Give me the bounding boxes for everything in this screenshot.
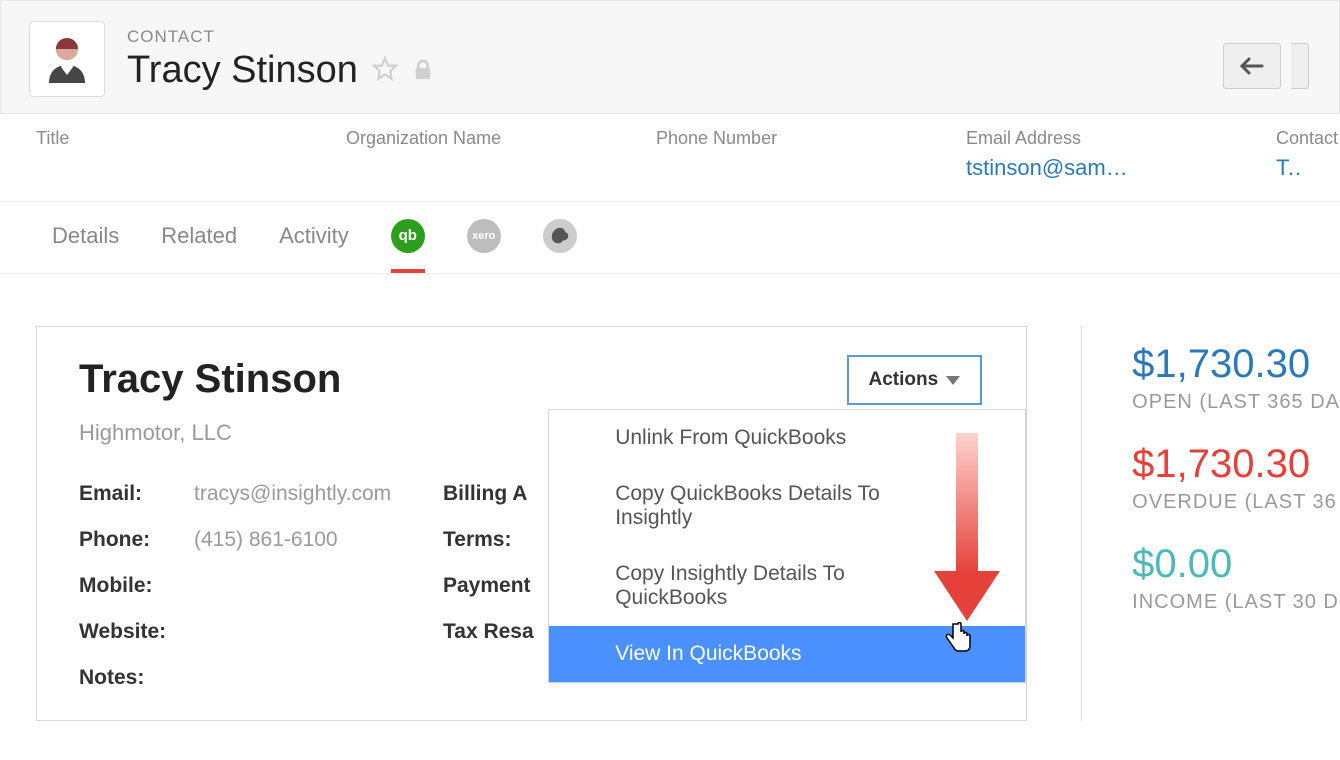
tab-bar: Details Related Activity qb xero — [0, 202, 1340, 274]
quickbooks-icon: qb — [391, 219, 425, 253]
stat-overdue-label: OVERDUE (LAST 36 — [1132, 491, 1340, 514]
star-icon[interactable] — [372, 49, 398, 92]
label-notes: Notes: — [79, 666, 194, 690]
tab-quickbooks[interactable]: qb — [391, 202, 425, 273]
field-label-title: Title — [36, 128, 336, 149]
label-terms: Terms: — [443, 528, 558, 552]
tab-activity[interactable]: Activity — [279, 202, 349, 273]
contact-card: Tracy Stinson Highmotor, LLC Actions Unl… — [36, 326, 1027, 721]
field-label-owner: Contact — [1276, 128, 1304, 149]
value-email: tracys@insightly.com — [194, 482, 391, 506]
value-phone: (415) 861-6100 — [194, 528, 338, 552]
label-mobile: Mobile: — [79, 574, 194, 598]
stat-income-label: INCOME (LAST 30 D — [1132, 591, 1340, 614]
field-label-email: Email Address — [966, 128, 1266, 149]
summary-fields: Title Organization Name Phone Number Ema… — [0, 114, 1340, 202]
email-link[interactable]: tstinson@sam… — [966, 155, 1266, 181]
field-label-organization: Organization Name — [346, 128, 646, 149]
page-header: CONTACT Tracy Stinson — [0, 0, 1340, 114]
menu-item-view-in-quickbooks[interactable]: View In QuickBooks — [549, 626, 1025, 682]
quickbooks-panel: Tracy Stinson Highmotor, LLC Actions Unl… — [0, 274, 1340, 721]
label-email: Email: — [79, 482, 194, 506]
tab-details[interactable]: Details — [52, 202, 119, 273]
field-label-phone: Phone Number — [656, 128, 956, 149]
stat-overdue-amount: $1,730.30 — [1132, 442, 1340, 487]
actions-button[interactable]: Actions — [847, 355, 983, 405]
lock-icon[interactable] — [412, 49, 434, 92]
tab-related[interactable]: Related — [161, 202, 237, 273]
menu-item-unlink[interactable]: Unlink From QuickBooks — [549, 410, 1025, 466]
vertical-divider — [1081, 326, 1082, 721]
owner-link[interactable]: Tony J — [1276, 155, 1304, 181]
menu-item-copy-insightly-to-qb[interactable]: Copy Insightly Details To QuickBooks — [549, 546, 1025, 626]
actions-button-label: Actions — [869, 369, 939, 391]
tab-mailchimp[interactable] — [543, 202, 577, 273]
xero-icon: xero — [467, 219, 501, 253]
avatar[interactable] — [29, 21, 105, 97]
contact-name: Tracy Stinson — [127, 49, 358, 92]
menu-item-copy-qb-to-insightly[interactable]: Copy QuickBooks Details To Insightly — [549, 466, 1025, 546]
next-button-partial[interactable] — [1291, 43, 1309, 89]
label-payment: Payment — [443, 574, 558, 598]
label-phone: Phone: — [79, 528, 194, 552]
actions-menu: Unlink From QuickBooks Copy QuickBooks D… — [548, 409, 1026, 683]
financial-stats: $1,730.30 OPEN (LAST 365 DA $1,730.30 OV… — [1132, 326, 1340, 721]
back-button[interactable] — [1223, 43, 1281, 89]
label-website: Website: — [79, 620, 194, 644]
mailchimp-icon — [543, 219, 577, 253]
chevron-down-icon — [946, 376, 960, 385]
stat-income-amount: $0.00 — [1132, 542, 1340, 587]
stat-open-label: OPEN (LAST 365 DA — [1132, 391, 1340, 414]
record-type-label: CONTACT — [127, 27, 434, 47]
person-icon — [41, 33, 93, 85]
label-billing-address: Billing A — [443, 482, 558, 506]
label-tax: Tax Resa — [443, 620, 558, 644]
tab-xero[interactable]: xero — [467, 202, 501, 273]
stat-open-amount: $1,730.30 — [1132, 342, 1340, 387]
